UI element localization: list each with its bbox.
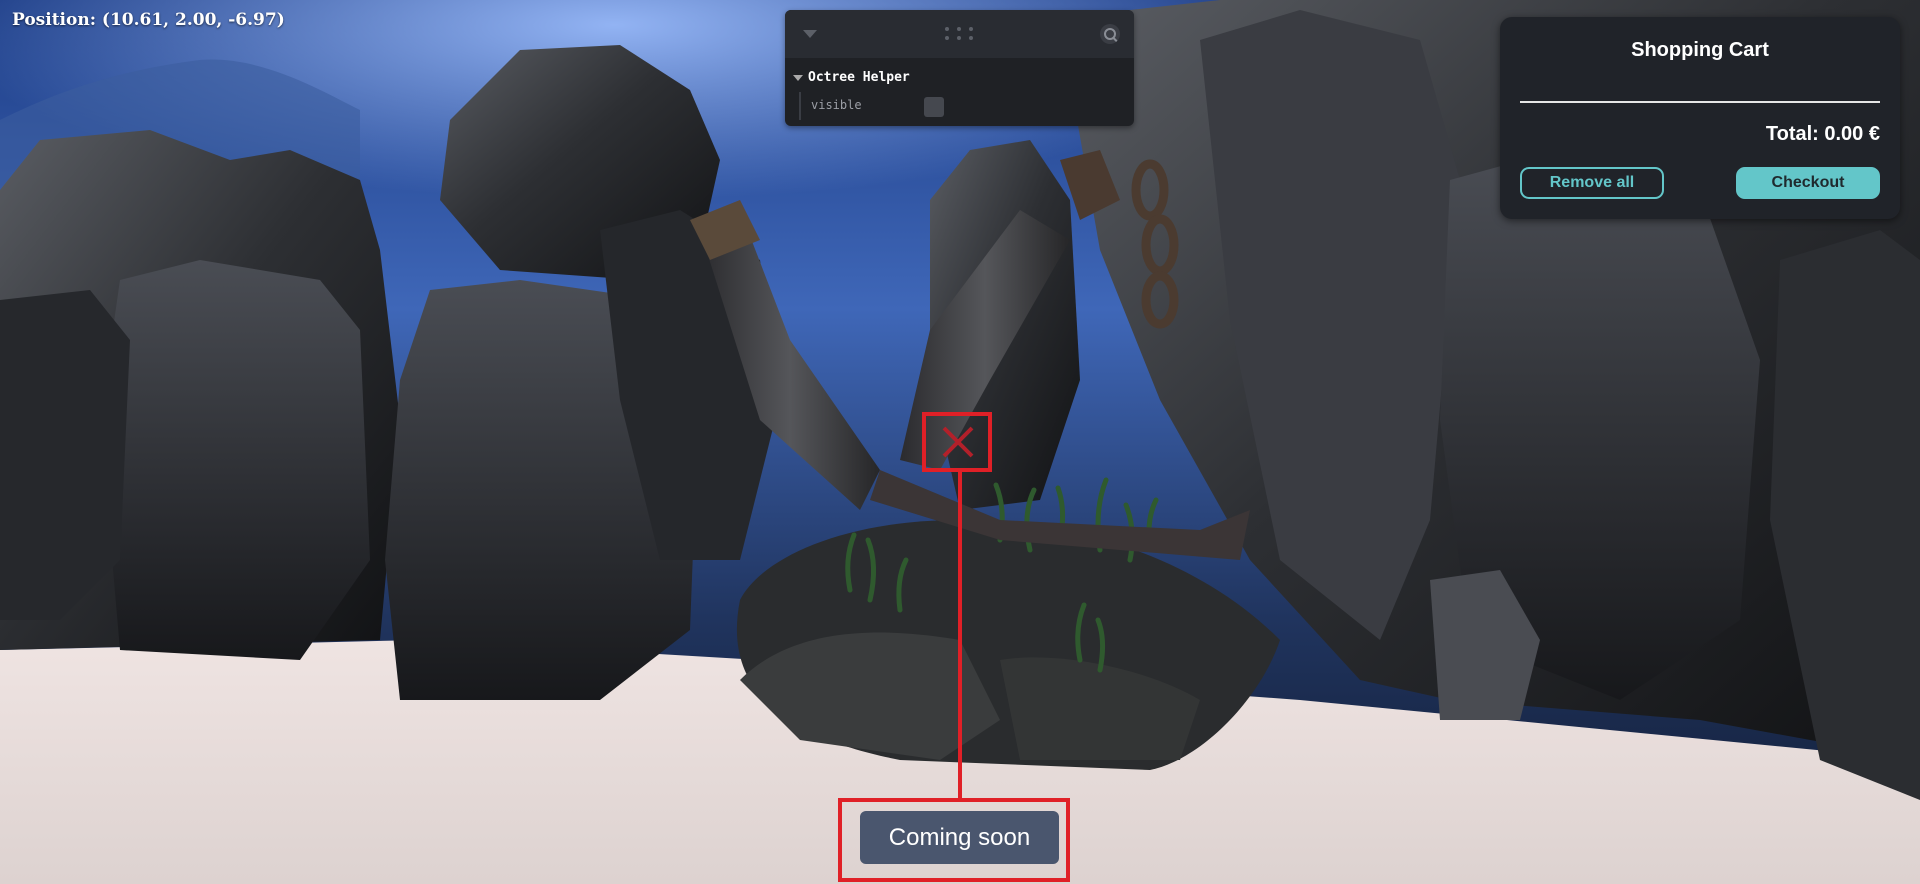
drag-handle-icon[interactable] (945, 27, 973, 41)
connector-line (958, 472, 962, 798)
gui-row-visible: visible (799, 92, 1121, 120)
visible-label: visible (811, 98, 862, 112)
coming-soon-button[interactable]: Coming soon (860, 811, 1059, 864)
remove-all-button[interactable]: Remove all (1520, 167, 1664, 199)
checkout-button[interactable]: Checkout (1736, 167, 1880, 199)
search-icon[interactable] (1100, 24, 1120, 44)
folder-label: Octree Helper (808, 70, 910, 85)
gui-header[interactable] (785, 10, 1134, 58)
cart-title: Shopping Cart (1631, 39, 1769, 61)
cart-total: Total: 0.00 € (1765, 123, 1880, 145)
shopping-cart-panel: Shopping Cart Total: 0.00 € Remove all C… (1500, 17, 1900, 219)
target-x-icon[interactable] (940, 424, 976, 460)
folder-octree-helper[interactable]: Octree Helper (793, 70, 910, 85)
debug-gui-panel: Octree Helper visible (785, 10, 1134, 126)
folder-expand-icon (793, 74, 803, 81)
position-readout: Position: (10.61, 2.00, -6.97) (12, 10, 285, 30)
cart-divider (1520, 101, 1880, 103)
collapse-arrow-icon[interactable] (803, 30, 817, 38)
visible-checkbox[interactable] (924, 97, 944, 117)
